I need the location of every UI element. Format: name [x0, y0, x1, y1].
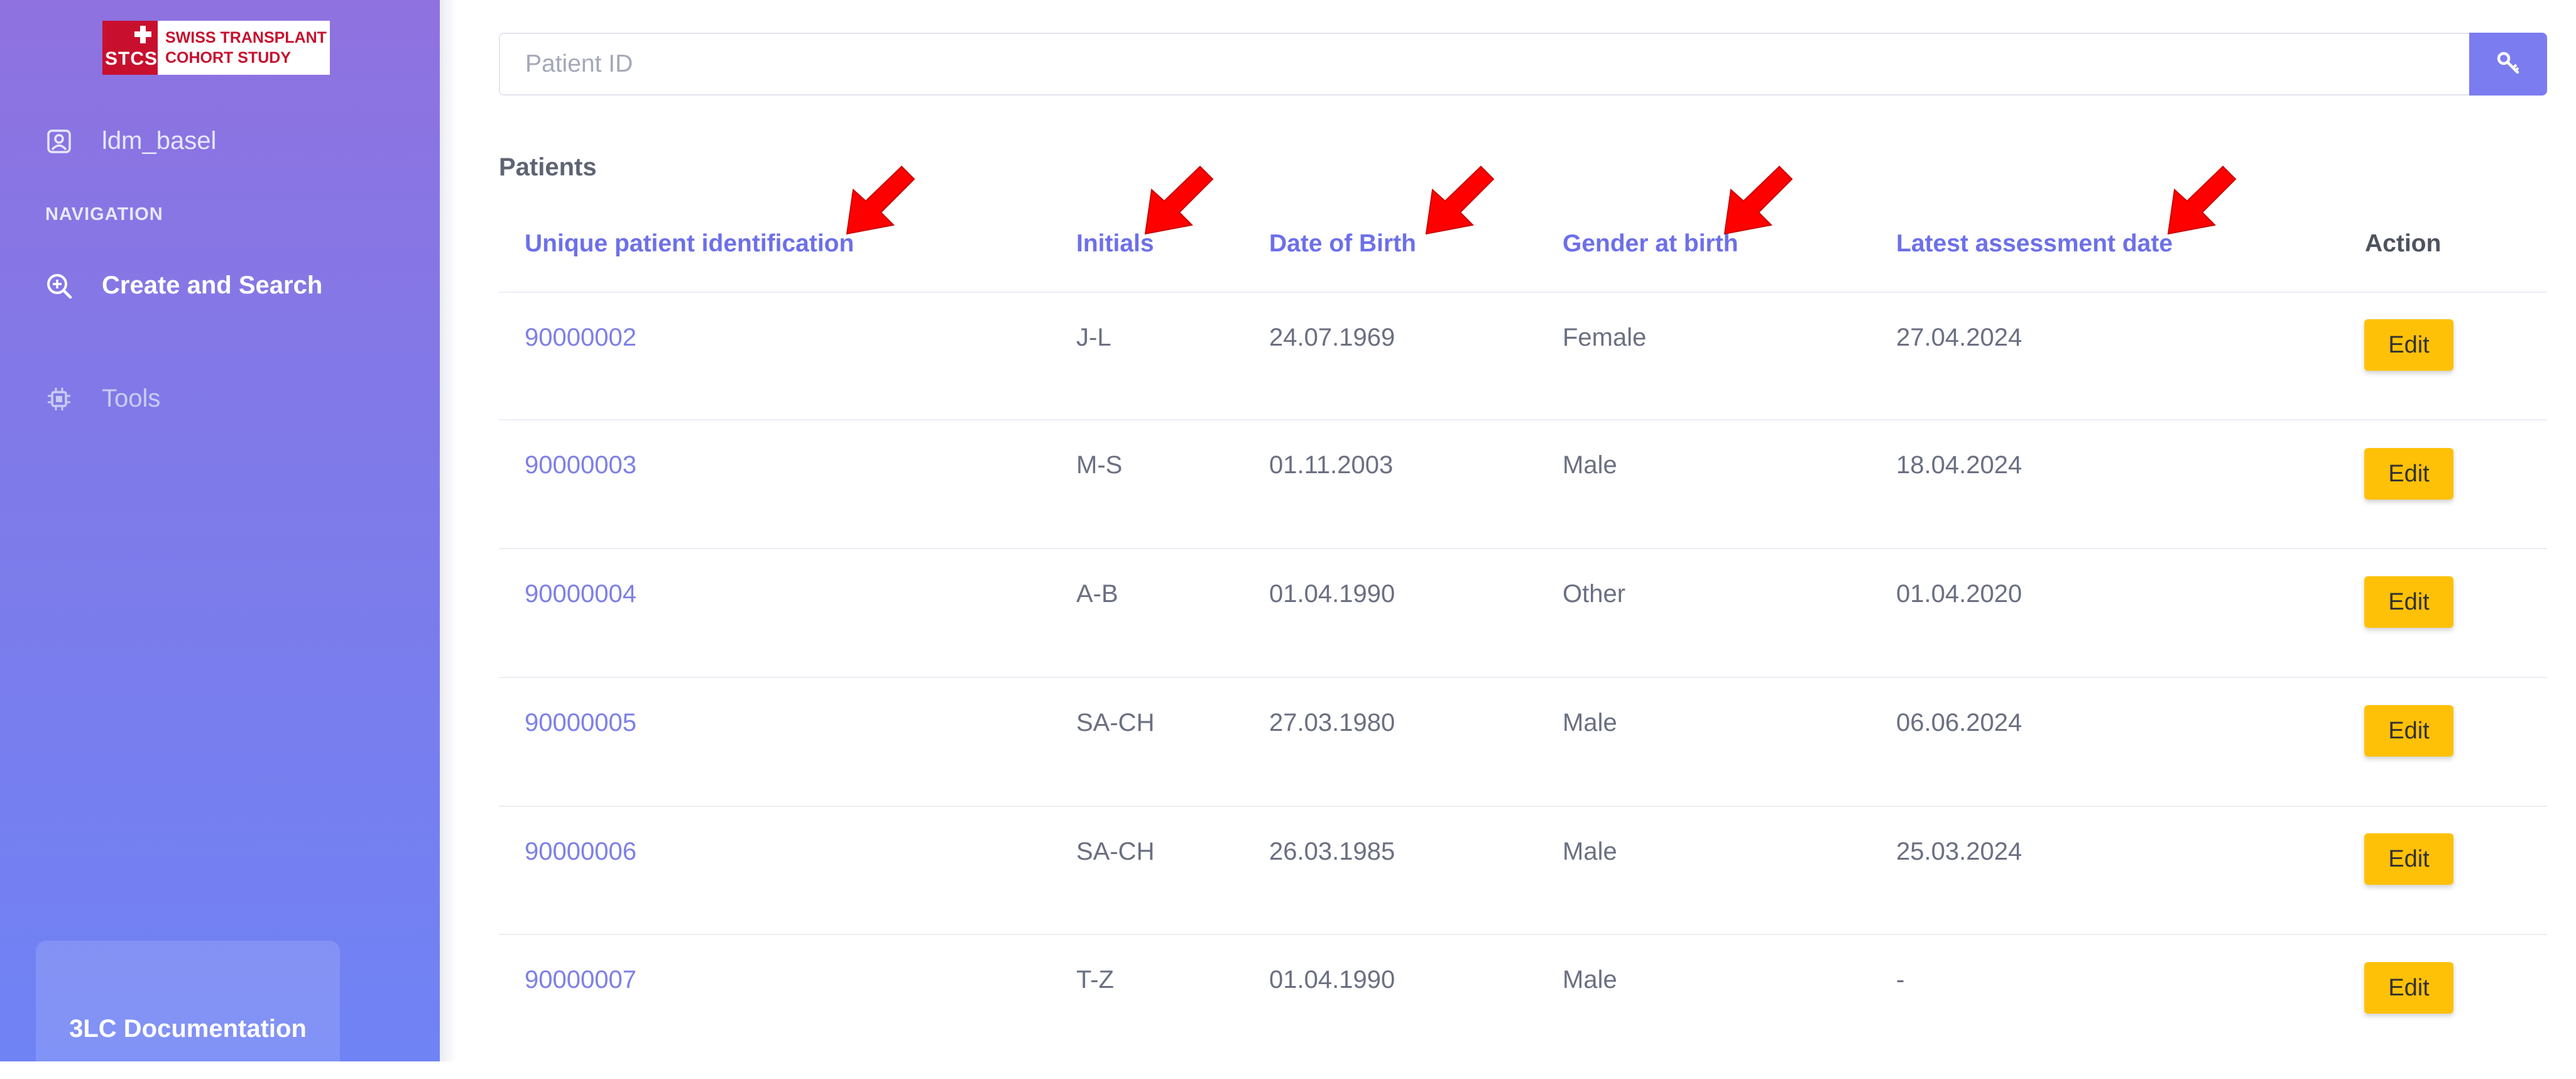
dob-cell: 01.11.2003: [1269, 451, 1394, 479]
initials-cell: SA-CH: [1076, 709, 1155, 737]
gender-cell: Male: [1563, 966, 1617, 994]
gender-cell: Male: [1563, 709, 1617, 737]
table-divider: [499, 934, 2547, 935]
initials-cell: SA-CH: [1076, 838, 1155, 865]
search-plus-icon: [45, 272, 73, 300]
table-divider: [499, 548, 2547, 549]
annotation-arrow-icon: [1425, 165, 1495, 235]
nav-heading: NAVIGATION: [45, 204, 163, 224]
latest-assessment-cell: 27.04.2024: [1896, 324, 2022, 351]
gender-cell: Female: [1563, 324, 1647, 351]
patient-id-link[interactable]: 90000005: [525, 709, 636, 737]
dob-cell: 27.03.1980: [1269, 709, 1395, 737]
column-header-date-of-birth[interactable]: Date of Birth: [1269, 230, 1416, 258]
annotation-arrow-icon: [846, 165, 915, 235]
patient-search-bar: [499, 33, 2547, 97]
edit-button[interactable]: Edit: [2364, 962, 2453, 1014]
sidebar: STCS SWISS TRANSPLANT COHORT STUDY ldm_b…: [0, 0, 440, 1079]
gender-cell: Male: [1563, 838, 1617, 865]
table-divider: [499, 806, 2547, 807]
initials-cell: M-S: [1076, 451, 1123, 479]
edit-button[interactable]: Edit: [2364, 448, 2453, 500]
documentation-label: 3LC Documentation: [69, 1015, 307, 1043]
logo-abbr: STCS: [105, 48, 158, 69]
sidebar-item-create-and-search[interactable]: Create and Search: [45, 271, 322, 300]
latest-assessment-cell: 01.04.2020: [1896, 580, 2022, 608]
edit-button[interactable]: Edit: [2364, 705, 2453, 757]
sidebar-item-tools[interactable]: Tools: [45, 385, 160, 413]
logo-line-2: COHORT STUDY: [165, 49, 291, 67]
key-icon: [2496, 50, 2521, 79]
logo-line-1: SWISS TRANSPLANT: [165, 29, 327, 47]
latest-assessment-cell: 06.06.2024: [1896, 709, 2022, 737]
sidebar-item-label: Tools: [102, 385, 161, 412]
latest-assessment-cell: -: [1896, 966, 1905, 994]
column-header-latest-assessment-date[interactable]: Latest assessment date: [1896, 230, 2173, 258]
chip-icon: [45, 385, 73, 413]
patient-id-link[interactable]: 90000006: [525, 838, 636, 866]
annotation-arrow-icon: [2167, 165, 2237, 235]
latest-assessment-cell: 18.04.2024: [1896, 451, 2022, 479]
logo-text: SWISS TRANSPLANT COHORT STUDY: [158, 21, 330, 75]
initials-cell: T-Z: [1076, 966, 1114, 994]
dob-cell: 01.04.1990: [1269, 580, 1395, 608]
dob-cell: 26.03.1985: [1269, 838, 1395, 865]
patient-id-link[interactable]: 90000002: [525, 324, 636, 352]
column-header-gender-at-birth[interactable]: Gender at birth: [1563, 230, 1738, 258]
edit-button[interactable]: Edit: [2364, 319, 2453, 371]
patient-id-link[interactable]: 90000004: [525, 580, 636, 608]
annotation-arrow-icon: [1723, 165, 1793, 235]
table-divider: [499, 292, 2547, 293]
sidebar-divider: [440, 0, 456, 1061]
swiss-cross-icon: STCS: [102, 21, 158, 75]
sidebar-item-label: Create and Search: [102, 271, 323, 299]
edit-button[interactable]: Edit: [2364, 576, 2453, 628]
initials-cell: J-L: [1076, 324, 1111, 351]
patient-id-input[interactable]: [499, 33, 2469, 96]
dob-cell: 24.07.1969: [1269, 324, 1395, 351]
user-badge-icon: [45, 128, 73, 155]
search-button[interactable]: [2469, 33, 2547, 96]
column-header-unique-patient-id[interactable]: Unique patient identification: [525, 230, 854, 258]
initials-cell: A-B: [1076, 580, 1118, 608]
user-profile-link[interactable]: ldm_basel: [45, 127, 216, 155]
patients-section-title: Patients: [499, 153, 597, 181]
gender-cell: Other: [1563, 580, 1626, 608]
edit-button[interactable]: Edit: [2364, 833, 2453, 885]
dob-cell: 01.04.1990: [1269, 966, 1395, 994]
stcs-logo[interactable]: STCS SWISS TRANSPLANT COHORT STUDY: [102, 21, 330, 75]
patient-id-link[interactable]: 90000007: [525, 966, 636, 994]
annotation-arrow-icon: [1144, 165, 1214, 235]
column-header-action: Action: [2365, 230, 2442, 257]
gender-cell: Male: [1563, 451, 1617, 479]
table-divider: [499, 419, 2547, 420]
table-divider: [499, 677, 2547, 678]
user-name: ldm_basel: [102, 127, 217, 155]
documentation-button[interactable]: 3LC Documentation: [36, 941, 340, 1079]
latest-assessment-cell: 25.03.2024: [1896, 838, 2022, 865]
patient-id-link[interactable]: 90000003: [525, 451, 636, 479]
